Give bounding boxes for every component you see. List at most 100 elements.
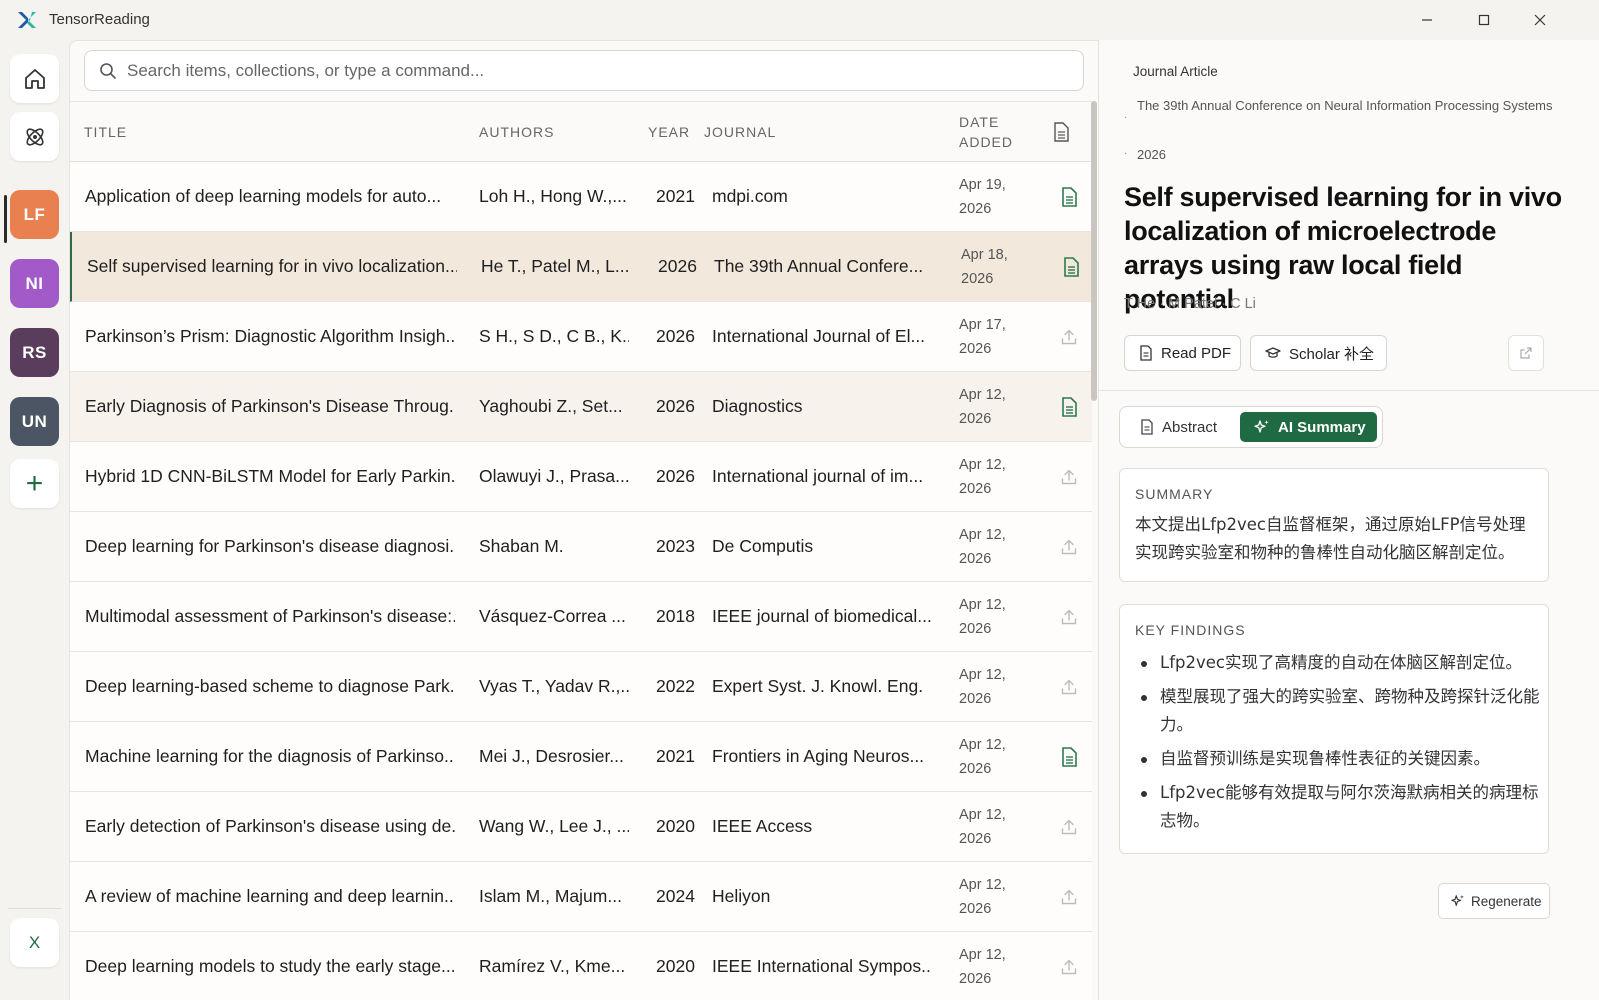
pdf-attached-icon (1064, 256, 1079, 277)
column-header-journal[interactable]: JOURNAL (704, 124, 776, 140)
row-authors: S H., S D., C B., K... (479, 326, 629, 346)
table-row[interactable]: Application of deep learning models for … (70, 162, 1092, 232)
tab-abstract-label: Abstract (1162, 418, 1218, 436)
table-row[interactable]: Deep learning-based scheme to diagnose P… (70, 652, 1092, 722)
row-date-line1: Apr 12, (959, 386, 1006, 403)
key-findings-heading: KEY FINDINGS (1135, 622, 1246, 638)
table-row[interactable]: A review of machine learning and deep le… (70, 862, 1092, 932)
row-date-added: Apr 12, 2026 (959, 722, 1029, 791)
row-date-line2: 2026 (959, 690, 992, 707)
table-row[interactable]: Deep learning models to study the early … (70, 932, 1092, 1000)
collection-avatar-lf[interactable]: LF (10, 190, 59, 239)
column-header-title[interactable]: TITLE (84, 124, 127, 140)
column-header-date-added-line2[interactable]: ADDED (959, 134, 1013, 150)
table-row[interactable]: Early Diagnosis of Parkinson's Disease T… (70, 372, 1092, 442)
row-title: Machine learning for the diagnosis of Pa… (85, 746, 455, 766)
details-divider (1099, 390, 1599, 391)
table-row[interactable]: Deep learning for Parkinson's disease di… (70, 512, 1092, 582)
row-attachment[interactable] (1058, 302, 1080, 371)
read-pdf-button[interactable]: Read PDF (1124, 335, 1241, 371)
item-venue: The 39th Annual Conference on Neural Inf… (1137, 98, 1553, 113)
item-details-panel: Journal Article · The 39th Annual Confer… (1098, 40, 1599, 1000)
row-date-added: Apr 12, 2026 (959, 652, 1029, 721)
row-authors: Islam M., Majum... (479, 886, 622, 906)
row-authors: Olawuyi J., Prasa... (479, 466, 629, 486)
row-attachment[interactable] (1058, 162, 1080, 231)
upload-icon (1061, 819, 1077, 834)
row-year: 2020 (656, 816, 695, 836)
external-link-icon (1520, 347, 1532, 359)
summary-text: 本文提出Lfp2vec自监督框架，通过原始LFP信号处理实现跨实验室和物种的鲁棒… (1135, 515, 1526, 562)
home-button[interactable] (10, 54, 59, 103)
upload-icon (1061, 609, 1077, 624)
row-date-line1: Apr 12, (959, 806, 1006, 823)
row-attachment[interactable] (1058, 652, 1080, 721)
row-attachment[interactable] (1058, 442, 1080, 511)
row-date-line2: 2026 (959, 830, 992, 847)
row-title: Early detection of Parkinson's disease u… (85, 816, 455, 836)
row-journal: The 39th Annual Confere... (714, 256, 924, 276)
minimize-icon (1422, 19, 1432, 21)
row-attachment[interactable] (1058, 582, 1080, 651)
row-journal: IEEE journal of biomedical... (712, 606, 932, 626)
column-header-year[interactable]: YEAR (648, 124, 690, 140)
row-date-line2: 2026 (959, 340, 992, 357)
row-year: 2023 (656, 536, 695, 556)
row-attachment[interactable] (1058, 792, 1080, 861)
title-bar: TensorReading (0, 0, 1599, 40)
tab-ai-summary[interactable]: AI Summary (1240, 412, 1377, 442)
row-attachment[interactable] (1060, 232, 1082, 301)
list-scrollbar[interactable] (1091, 101, 1097, 401)
table-row[interactable]: Self supervised learning for in vivo loc… (70, 232, 1092, 302)
row-attachment[interactable] (1058, 722, 1080, 791)
table-row[interactable]: Hybrid 1D CNN-BiLSTM Model for Early Par… (70, 442, 1092, 512)
row-date-added: Apr 17, 2026 (959, 302, 1029, 371)
column-header-authors[interactable]: AUTHORS (479, 124, 554, 140)
open-external-button[interactable] (1508, 335, 1544, 371)
search-input[interactable] (127, 51, 1067, 90)
maximize-button[interactable] (1461, 8, 1507, 32)
row-authors: Shaban M. (479, 536, 564, 556)
row-date-added: Apr 19, 2026 (959, 162, 1029, 231)
row-date-line2: 2026 (959, 970, 992, 987)
column-header-date-added-line1[interactable]: DATE (959, 114, 999, 130)
collection-avatar-ni[interactable]: NI (10, 259, 59, 308)
table-row[interactable]: Multimodal assessment of Parkinson's dis… (70, 582, 1092, 652)
regenerate-button[interactable]: Regenerate (1438, 883, 1550, 919)
collection-avatar-un[interactable]: UN (10, 397, 59, 446)
row-attachment[interactable] (1058, 512, 1080, 581)
minimize-button[interactable] (1404, 8, 1450, 32)
details-tabs: Abstract AI Summary (1119, 406, 1383, 448)
row-title: A review of machine learning and deep le… (85, 886, 455, 906)
table-row[interactable]: Early detection of Parkinson's disease u… (70, 792, 1092, 862)
row-authors: Ramírez V., Kme... (479, 956, 626, 976)
row-date-added: Apr 18, 2026 (961, 232, 1031, 301)
pdf-attached-icon (1062, 396, 1077, 417)
summary-heading: SUMMARY (1135, 486, 1214, 502)
add-collection-button[interactable]: + (10, 459, 59, 508)
row-attachment[interactable] (1058, 372, 1080, 441)
row-journal: De Computis (712, 536, 814, 556)
table-row[interactable]: Parkinson’s Prism: Diagnostic Algorithm … (70, 302, 1092, 372)
row-title: Parkinson’s Prism: Diagnostic Algorithm … (85, 326, 455, 346)
tab-abstract[interactable]: Abstract (1126, 412, 1236, 442)
read-pdf-label: Read PDF (1161, 344, 1232, 362)
atom-button[interactable] (10, 112, 59, 161)
close-button[interactable] (1517, 8, 1563, 32)
close-icon (1534, 14, 1546, 26)
row-journal: IEEE International Sympos... (712, 956, 932, 976)
table-row[interactable]: Machine learning for the diagnosis of Pa… (70, 722, 1092, 792)
scholar-complete-button[interactable]: Scholar 补全 (1250, 335, 1387, 371)
upload-icon (1061, 889, 1077, 904)
bottom-x-button[interactable]: X (10, 918, 59, 967)
document-icon (1141, 419, 1153, 435)
row-attachment[interactable] (1058, 932, 1080, 1000)
row-journal: Diagnostics (712, 396, 803, 416)
row-year: 2022 (656, 676, 695, 696)
row-year: 2026 (658, 256, 697, 276)
search-bar[interactable] (84, 50, 1084, 91)
pdf-attached-icon (1062, 186, 1077, 207)
collection-avatar-rs[interactable]: RS (10, 328, 59, 377)
row-title: Deep learning models to study the early … (85, 956, 455, 976)
row-attachment[interactable] (1058, 862, 1080, 931)
